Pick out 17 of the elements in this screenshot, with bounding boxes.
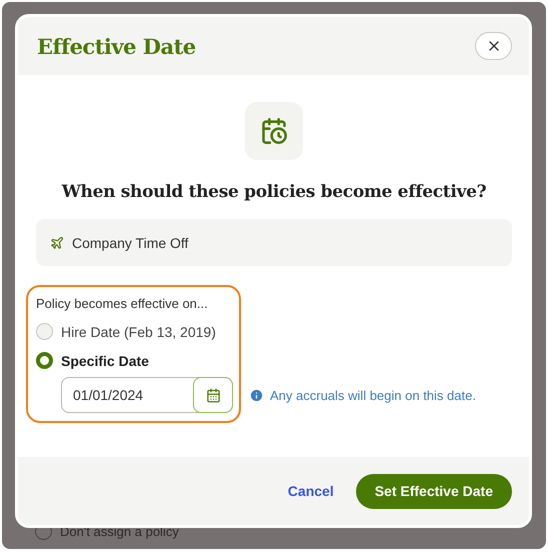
radio-button[interactable] [36,352,53,369]
question-heading: When should these policies become effective? [60,182,488,202]
options-label: Policy becomes effective on... [36,296,209,311]
calendar-button[interactable] [193,377,233,413]
cancel-button[interactable]: Cancel [288,483,334,499]
calendar-icon [206,388,220,402]
radio-label[interactable]: Specific Date [61,352,149,368]
calendar-clock-icon [260,117,288,145]
policy-name: Company Time Off [72,234,188,250]
set-effective-date-button[interactable]: Set Effective Date [356,474,512,508]
plane-icon [50,236,64,250]
radio-label[interactable]: Hire Date (Feb 13, 2019) [61,324,216,340]
info-note: Any accruals will begin on this date. [270,388,476,403]
dialog-title: Effective Date [37,34,196,58]
radio-button[interactable] [36,323,53,340]
close-button[interactable] [475,32,512,60]
info-icon [249,388,264,403]
